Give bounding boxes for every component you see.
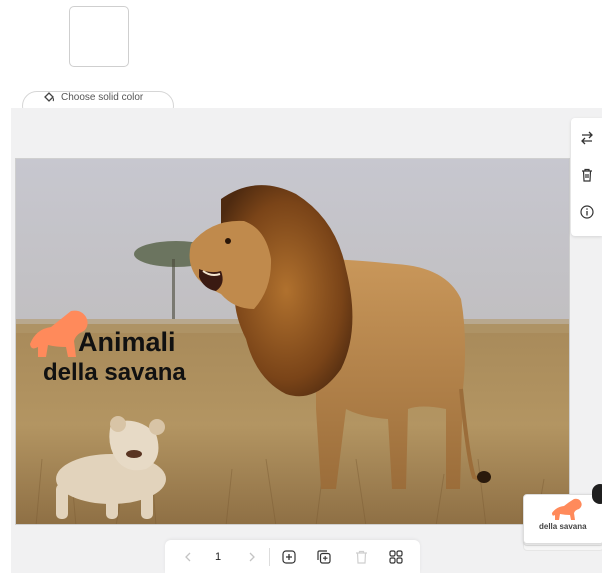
- slide-title-line1[interactable]: Animali: [78, 327, 176, 357]
- thumbnail-title: della savana: [539, 522, 587, 531]
- slide-title-line2[interactable]: della savana: [43, 359, 186, 386]
- side-toolbar: [571, 118, 602, 236]
- choose-solid-color-label: Choose solid color: [61, 91, 144, 103]
- info-icon[interactable]: [578, 203, 596, 221]
- page-number: 1: [214, 551, 222, 563]
- add-page-icon[interactable]: [280, 548, 298, 566]
- grid-view-icon[interactable]: [387, 548, 405, 566]
- slide-thumbnail[interactable]: della savana: [523, 494, 602, 544]
- paint-bucket-icon: [44, 92, 55, 102]
- swap-icon[interactable]: [578, 129, 596, 147]
- slide-canvas[interactable]: Animali della savana: [15, 158, 570, 525]
- trash-icon[interactable]: [578, 166, 596, 184]
- slide-artwork: Animali della savana: [16, 159, 569, 524]
- chevron-right-icon[interactable]: [245, 548, 259, 566]
- delete-page-icon[interactable]: [352, 548, 370, 566]
- duplicate-page-icon[interactable]: [315, 548, 333, 566]
- help-button[interactable]: [592, 484, 602, 504]
- chevron-left-icon[interactable]: [181, 548, 195, 566]
- divider: [269, 548, 270, 566]
- thumbnail-preview: della savana: [524, 495, 602, 543]
- page-navigation-bar: 1: [165, 540, 420, 573]
- color-swatch[interactable]: [69, 6, 129, 67]
